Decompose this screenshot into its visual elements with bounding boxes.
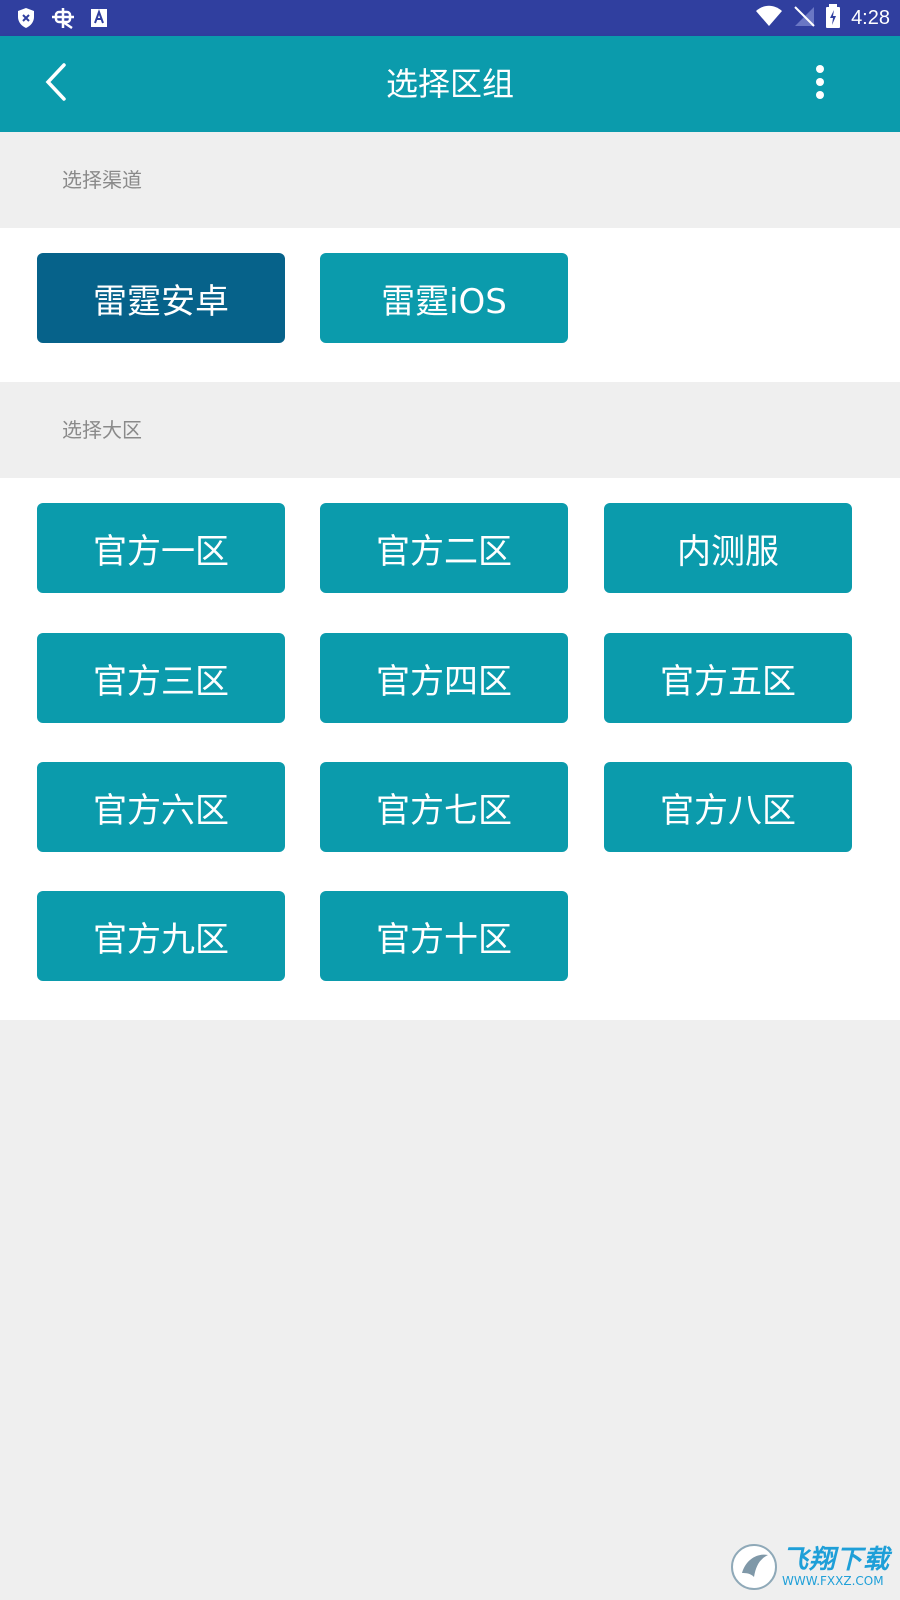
region-section-header: 选择大区 <box>0 382 900 478</box>
region-button[interactable]: 官方四区 <box>320 633 568 723</box>
region-button-label: 官方十区 <box>376 919 512 960</box>
channel-section: 雷霆安卓 雷霆iOS <box>0 228 900 382</box>
bug-icon <box>50 6 76 34</box>
status-time: 4:28 <box>851 7 890 29</box>
region-button[interactable]: 官方六区 <box>37 762 285 852</box>
watermark-url: WWW.FXXZ.COM <box>782 1574 884 1588</box>
shield-icon <box>16 7 36 33</box>
region-button[interactable]: 官方一区 <box>37 503 285 593</box>
region-section: 官方一区 官方二区 内测服 官方三区 官方四区 官方五区 官方六区 官方七区 官… <box>0 478 900 1020</box>
region-button[interactable]: 官方七区 <box>320 762 568 852</box>
region-button[interactable]: 官方十区 <box>320 891 568 981</box>
region-button-label: 内测服 <box>677 531 779 572</box>
no-signal-icon <box>793 5 815 31</box>
region-button-label: 官方二区 <box>376 531 512 572</box>
region-button[interactable]: 官方二区 <box>320 503 568 593</box>
status-left-icons <box>16 6 108 34</box>
channel-button-label: 雷霆安卓 <box>93 281 229 322</box>
region-button-label: 官方九区 <box>93 919 229 960</box>
battery-charging-icon <box>825 4 841 32</box>
region-button-label: 官方五区 <box>660 661 796 702</box>
region-button[interactable]: 内测服 <box>604 503 852 593</box>
watermark-brand: 飞翔下载 <box>782 1545 891 1575</box>
region-button-label: 官方八区 <box>660 790 796 831</box>
status-bar: 4:28 <box>0 0 900 36</box>
region-button[interactable]: 官方八区 <box>604 762 852 852</box>
more-options-button[interactable] <box>800 58 840 110</box>
watermark-logo-icon <box>730 1543 778 1591</box>
wifi-icon <box>755 5 783 31</box>
region-button[interactable]: 官方九区 <box>37 891 285 981</box>
region-button[interactable]: 官方五区 <box>604 633 852 723</box>
status-right-icons: 4:28 <box>755 4 890 32</box>
channel-button-android[interactable]: 雷霆安卓 <box>37 253 285 343</box>
channel-section-header: 选择渠道 <box>0 132 900 228</box>
page-title: 选择区组 <box>385 65 514 103</box>
a-icon <box>90 8 108 32</box>
region-button[interactable]: 官方三区 <box>37 633 285 723</box>
more-vert-icon <box>815 64 825 104</box>
channel-button-ios[interactable]: 雷霆iOS <box>320 253 568 343</box>
region-button-label: 官方四区 <box>376 661 512 702</box>
watermark: 飞翔下载 WWW.FXXZ.COM <box>730 1540 895 1594</box>
region-button-label: 官方六区 <box>93 790 229 831</box>
region-button-label: 官方一区 <box>93 531 229 572</box>
channel-button-label: 雷霆iOS <box>381 281 507 322</box>
app-bar: 选择区组 <box>0 36 900 132</box>
region-button-label: 官方三区 <box>93 661 229 702</box>
region-button-label: 官方七区 <box>376 790 512 831</box>
